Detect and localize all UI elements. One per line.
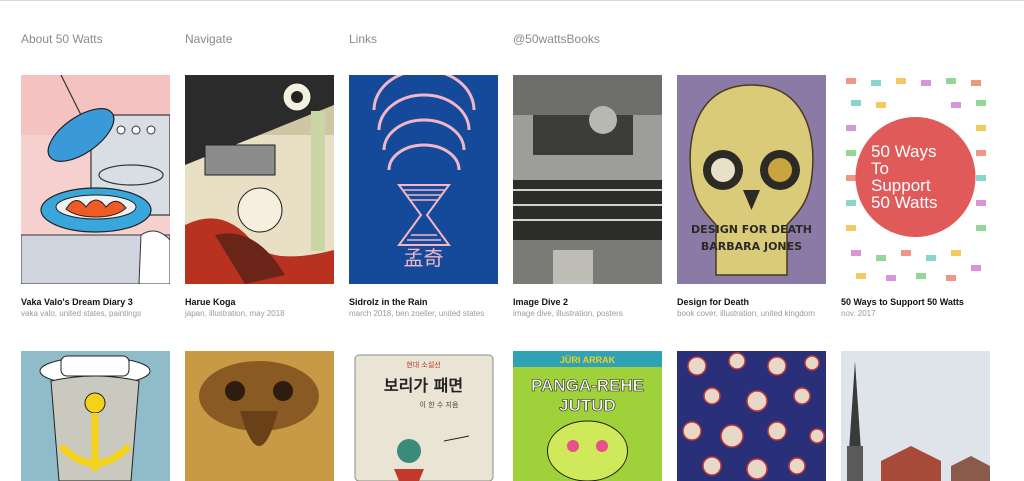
post-card[interactable]: 50 Ways To Support 50 Watts 50 Ways to S… bbox=[841, 75, 990, 320]
svg-text:孟奇: 孟奇 bbox=[404, 246, 444, 270]
sidrolz-poster: 孟奇 bbox=[349, 75, 498, 284]
post-thumbnail-sepia-creature[interactable] bbox=[185, 351, 334, 481]
post-title[interactable]: Image Dive 2 bbox=[513, 296, 662, 308]
space-orbs-illustration bbox=[677, 351, 826, 481]
nav-about-link[interactable]: About 50 Watts bbox=[21, 32, 185, 46]
post-tags[interactable]: march 2018, ben zoeller, united states bbox=[349, 308, 498, 320]
svg-text:현대 소설선: 현대 소설선 bbox=[406, 360, 440, 369]
svg-text:50 Watts: 50 Watts bbox=[871, 193, 937, 212]
post-card[interactable] bbox=[841, 351, 990, 481]
svg-text:DESIGN FOR DEATH: DESIGN FOR DEATH bbox=[691, 223, 812, 236]
svg-text:이 한 수 지음: 이 한 수 지음 bbox=[420, 400, 459, 409]
post-thumbnail-image-dive[interactable] bbox=[513, 75, 662, 284]
post-title[interactable]: Sidrolz in the Rain bbox=[349, 296, 498, 308]
panga-rehe-jutud-cover: JÜRI ARRAK PANGA-REHE JUTUD bbox=[513, 351, 662, 481]
post-card[interactable] bbox=[677, 351, 826, 481]
image-dive-photo bbox=[513, 75, 662, 284]
korean-book-cover: 현대 소설선 보리가 패면 이 한 수 지음 bbox=[349, 351, 498, 481]
post-card[interactable]: 현대 소설선 보리가 패면 이 한 수 지음 bbox=[349, 351, 498, 481]
flags-pattern-image: 50 Ways To Support 50 Watts bbox=[841, 75, 990, 284]
post-card[interactable]: Image Dive 2 image dive, illustration, p… bbox=[513, 75, 662, 320]
harue-koga-painting bbox=[185, 75, 334, 284]
post-thumbnail-church-spire[interactable] bbox=[841, 351, 990, 481]
post-card[interactable]: 孟奇 Sidrolz in the Rain march 2018, ben z… bbox=[349, 75, 498, 320]
post-thumbnail-sidrolz[interactable]: 孟奇 bbox=[349, 75, 498, 284]
svg-text:JÜRI ARRAK: JÜRI ARRAK bbox=[560, 355, 616, 365]
post-tags[interactable]: nov. 2017 bbox=[841, 308, 990, 320]
post-thumbnail-space-orbs[interactable] bbox=[677, 351, 826, 481]
post-thumbnail-korean-book[interactable]: 현대 소설선 보리가 패면 이 한 수 지음 bbox=[349, 351, 498, 481]
anchor-figure-illustration bbox=[21, 351, 170, 481]
post-thumbnail-estonian-book[interactable]: JÜRI ARRAK PANGA-REHE JUTUD bbox=[513, 351, 662, 481]
church-spire-illustration bbox=[841, 351, 990, 481]
post-card[interactable]: DESIGN FOR DEATH BARBARA JONES Design fo… bbox=[677, 75, 826, 320]
post-thumbnail-design-for-death[interactable]: DESIGN FOR DEATH BARBARA JONES bbox=[677, 75, 826, 284]
sepia-creature-illustration bbox=[185, 351, 334, 481]
post-title[interactable]: Design for Death bbox=[677, 296, 826, 308]
top-nav: About 50 Watts Navigate Links @50wattsBo… bbox=[21, 32, 600, 46]
post-title[interactable]: Vaka Valo's Dream Diary 3 bbox=[21, 296, 170, 308]
vaka-valo-painting bbox=[21, 75, 170, 284]
post-thumbnail-vaka-valo[interactable] bbox=[21, 75, 170, 284]
post-tags[interactable]: image dive, illustration, posters bbox=[513, 308, 662, 320]
post-tags[interactable]: vaka valo, united states, paintings bbox=[21, 308, 170, 320]
post-card[interactable] bbox=[21, 351, 170, 481]
post-tags[interactable]: japan, illustration, may 2018 bbox=[185, 308, 334, 320]
post-thumbnail-anchor-figure[interactable] bbox=[21, 351, 170, 481]
post-card[interactable]: Vaka Valo's Dream Diary 3 vaka valo, uni… bbox=[21, 75, 170, 320]
post-card[interactable]: Harue Koga japan, illustration, may 2018 bbox=[185, 75, 334, 320]
nav-navigate-link[interactable]: Navigate bbox=[185, 32, 349, 46]
post-card[interactable]: JÜRI ARRAK PANGA-REHE JUTUD bbox=[513, 351, 662, 481]
design-for-death-cover: DESIGN FOR DEATH BARBARA JONES bbox=[677, 75, 826, 284]
post-title[interactable]: Harue Koga bbox=[185, 296, 334, 308]
nav-twitter-link[interactable]: @50wattsBooks bbox=[513, 32, 600, 46]
nav-links-link[interactable]: Links bbox=[349, 32, 513, 46]
post-thumbnail-50-ways[interactable]: 50 Ways To Support 50 Watts bbox=[841, 75, 990, 284]
svg-text:JUTUD: JUTUD bbox=[559, 396, 616, 415]
post-title[interactable]: 50 Ways to Support 50 Watts bbox=[841, 296, 990, 308]
post-tags[interactable]: book cover, illustration, united kingdom bbox=[677, 308, 826, 320]
svg-text:보리가 패면: 보리가 패면 bbox=[384, 376, 463, 395]
svg-text:BARBARA JONES: BARBARA JONES bbox=[701, 240, 802, 253]
post-thumbnail-harue-koga[interactable] bbox=[185, 75, 334, 284]
post-card[interactable] bbox=[185, 351, 334, 481]
svg-text:PANGA-REHE: PANGA-REHE bbox=[531, 376, 644, 395]
